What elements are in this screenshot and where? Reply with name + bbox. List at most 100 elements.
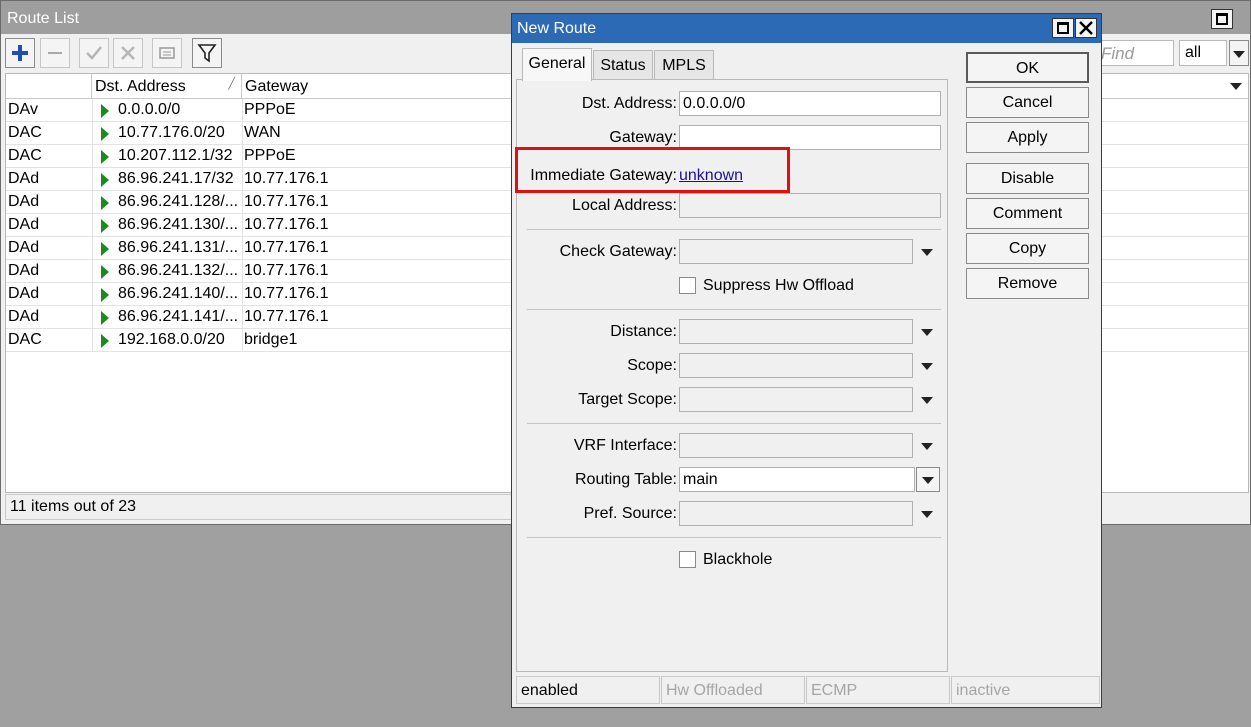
new-route-dialog: New Route General Status MPLS Dst. Addre… (511, 13, 1102, 708)
route-active-icon (101, 173, 109, 187)
route-active-icon (101, 288, 109, 302)
row-flags: DAv (8, 101, 38, 118)
row-flags: DAd (8, 262, 40, 279)
comment-icon (159, 47, 175, 59)
dropdown-arrow-icon (922, 477, 934, 484)
routing-table-dropdown-button[interactable] (916, 467, 940, 492)
pref-source-select[interactable] (679, 501, 913, 526)
tab-general[interactable]: General (522, 48, 592, 81)
filter-button[interactable] (192, 38, 222, 68)
divider (527, 537, 941, 538)
dropdown-arrow-icon[interactable] (921, 511, 933, 518)
immediate-gateway-value[interactable]: unknown (679, 167, 743, 185)
divider (527, 229, 941, 230)
dst-address-input[interactable]: 0.0.0.0/0 (679, 91, 941, 116)
row-dst-address: 86.96.241.128/... (118, 193, 239, 210)
row-dst-address: 10.77.176.0/20 (118, 124, 225, 141)
check-gateway-select[interactable] (679, 239, 913, 264)
remove-button[interactable] (40, 38, 70, 68)
local-address-label: Local Address: (572, 197, 677, 214)
column-header-dst-address[interactable]: Dst. Address ╱ (92, 74, 242, 99)
column-header-gateway[interactable]: Gateway (242, 74, 542, 99)
tab-status[interactable]: Status (593, 50, 653, 80)
row-dst-address: 86.96.241.132/... (118, 262, 239, 279)
row-gateway: bridge1 (244, 331, 298, 348)
gateway-input[interactable] (679, 125, 941, 150)
row-dst-address: 192.168.0.0/20 (118, 331, 225, 348)
close-button[interactable] (1075, 18, 1097, 38)
column-header-flags[interactable] (6, 74, 92, 99)
pref-source-label: Pref. Source: (583, 505, 677, 522)
immediate-gateway-label: Immediate Gateway: (530, 167, 677, 184)
enable-button[interactable] (79, 38, 109, 68)
divider (527, 309, 941, 310)
routing-table-select[interactable]: main (679, 467, 915, 492)
maximize-button[interactable] (1211, 9, 1233, 29)
row-flags: DAd (8, 239, 40, 256)
maximize-icon (1057, 22, 1069, 34)
check-gateway-label: Check Gateway: (559, 243, 677, 260)
dropdown-arrow-icon[interactable] (921, 329, 933, 336)
blackhole-checkbox[interactable] (679, 551, 696, 568)
dropdown-arrow-icon[interactable] (921, 363, 933, 370)
blackhole-label: Blackhole (703, 551, 773, 568)
dst-address-label: Dst. Address: (581, 95, 677, 112)
row-dst-address: 0.0.0.0/0 (118, 101, 181, 118)
disable-button[interactable]: Disable (966, 163, 1089, 194)
dialog-status-bar: enabled Hw Offloaded ECMP inactive (516, 676, 1100, 704)
comment-button[interactable]: Comment (966, 198, 1089, 229)
comment-button[interactable] (152, 38, 182, 68)
disable-button[interactable] (113, 38, 143, 68)
route-active-icon (101, 196, 109, 210)
scope-input[interactable] (679, 353, 913, 378)
copy-button[interactable]: Copy (966, 233, 1089, 264)
cancel-button[interactable]: Cancel (966, 87, 1089, 118)
distance-input[interactable] (679, 319, 913, 344)
new-route-title: New Route (517, 20, 597, 37)
row-flags: DAd (8, 308, 40, 325)
add-button[interactable] (5, 38, 35, 68)
route-active-icon (101, 334, 109, 348)
dropdown-arrow-icon[interactable] (921, 397, 933, 404)
general-tab-panel: Dst. Address: 0.0.0.0/0 Gateway: Immedia… (516, 79, 948, 672)
column-menu-button[interactable] (1226, 74, 1248, 99)
local-address-input (679, 193, 941, 218)
new-route-titlebar[interactable]: New Route (512, 14, 1101, 43)
row-gateway: 10.77.176.1 (244, 216, 329, 233)
dropdown-arrow-icon (1230, 83, 1242, 90)
row-dst-address: 86.96.241.131/... (118, 239, 239, 256)
route-active-icon (101, 127, 109, 141)
target-scope-input[interactable] (679, 387, 913, 412)
row-gateway: 10.77.176.1 (244, 170, 329, 187)
maximize-button[interactable] (1052, 18, 1074, 38)
target-scope-label: Target Scope: (578, 391, 677, 408)
remove-button[interactable]: Remove (966, 268, 1089, 299)
row-flags: DAC (8, 331, 42, 348)
ok-button[interactable]: OK (966, 52, 1089, 83)
find-input[interactable]: Find (1096, 40, 1174, 66)
distance-label: Distance: (610, 323, 677, 340)
vrf-interface-select[interactable] (679, 433, 913, 458)
route-active-icon (101, 150, 109, 164)
close-icon (1079, 21, 1093, 35)
dropdown-arrow-icon[interactable] (921, 443, 933, 450)
scope-label: Scope: (627, 357, 677, 374)
row-flags: DAd (8, 285, 40, 302)
route-active-icon (101, 311, 109, 325)
suppress-hw-offload-label: Suppress Hw Offload (703, 277, 854, 294)
row-gateway: PPPoE (244, 147, 296, 164)
row-flags: DAd (8, 216, 40, 233)
suppress-hw-offload-checkbox[interactable] (679, 277, 696, 294)
tab-mpls[interactable]: MPLS (654, 50, 714, 80)
row-dst-address: 86.96.241.140/... (118, 285, 239, 302)
row-gateway: 10.77.176.1 (244, 239, 329, 256)
filter-select[interactable]: all (1179, 40, 1227, 66)
row-dst-address: 10.207.112.1/32 (118, 147, 233, 164)
apply-button[interactable]: Apply (966, 122, 1089, 153)
filter-select-button[interactable] (1229, 40, 1249, 66)
dropdown-arrow-icon[interactable] (921, 249, 933, 256)
row-flags: DAd (8, 193, 40, 210)
routing-table-label: Routing Table: (575, 471, 677, 488)
add-icon (12, 45, 28, 61)
divider (527, 423, 941, 424)
